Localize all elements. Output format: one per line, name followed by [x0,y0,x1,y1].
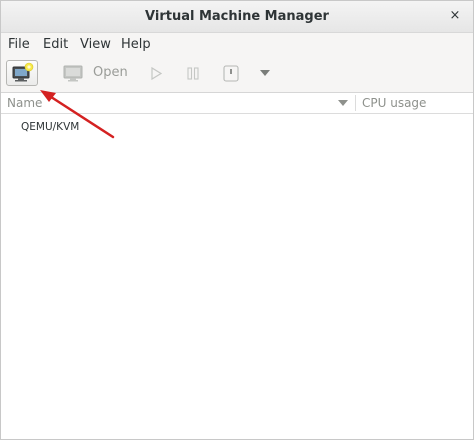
main-window: Virtual Machine Manager × File Edit View… [0,0,474,440]
window-title: Virtual Machine Manager [145,9,329,24]
open-button-icon-wrap[interactable] [61,60,85,86]
run-button[interactable] [147,60,165,86]
column-name-header[interactable]: Name [7,93,42,113]
shutdown-button[interactable] [221,60,241,86]
pause-button[interactable] [184,60,202,86]
play-icon [151,66,163,81]
power-icon [223,65,239,82]
monitor-icon [63,65,83,82]
list-header: Name CPU usage [1,93,473,114]
toolbar: Open [1,56,473,93]
menu-help[interactable]: Help [121,36,151,54]
sort-arrow-icon[interactable] [337,99,349,107]
column-cpu-header[interactable]: CPU usage [362,93,426,113]
pause-icon [187,67,199,80]
connection-name: QEMU/KVM [21,121,80,133]
menu-view[interactable]: View [80,36,111,54]
close-button[interactable]: × [446,7,464,25]
chevron-down-icon [260,70,270,76]
menu-bar: File Edit View Help [1,33,473,56]
title-bar[interactable]: Virtual Machine Manager × [1,1,473,33]
new-vm-button[interactable] [6,60,38,86]
list-item[interactable]: QEMU/KVM [1,118,473,136]
menu-file[interactable]: File [8,36,30,54]
new-vm-icon [12,62,34,82]
open-button-label[interactable]: Open [93,60,128,86]
menu-edit[interactable]: Edit [43,36,68,54]
column-separator[interactable] [355,95,356,111]
shutdown-menu-button[interactable] [257,60,273,86]
